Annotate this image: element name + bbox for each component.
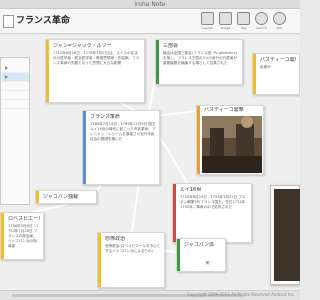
note-card-jacobin-dictatorship[interactable]: ジャコバン独裁 bbox=[35, 190, 97, 204]
note-card-estates-general[interactable]: 三部会 議会は全国三部会(フランス語: Ps généraux)を指し、フランス… bbox=[155, 39, 243, 85]
card-title: ジャン=ジャック・ルソー bbox=[53, 43, 112, 49]
card-color-bar bbox=[98, 233, 101, 287]
layout-icon bbox=[201, 12, 214, 25]
card-color-bar bbox=[253, 54, 256, 94]
expand-triangle-icon bbox=[5, 75, 8, 79]
card-body: 民衆が bbox=[260, 65, 271, 69]
card-body: 1789年7月14日 - 1799年11月9日 国王ルイ16世の時代に起こった市… bbox=[90, 122, 156, 141]
outline-row[interactable] bbox=[2, 82, 29, 91]
card-body: 1712年6月28日 - 1778年7月2日)は、スイスの生まれの哲学者・政治哲… bbox=[53, 51, 140, 65]
card-body: 恐怖政治(ロベスピエールを中心とするジャコバン派によるもの) bbox=[105, 244, 161, 253]
tag-button[interactable]: Tag bbox=[236, 11, 251, 32]
search-button-label: Search bbox=[256, 26, 267, 30]
card-color-bar bbox=[197, 106, 200, 174]
note-canvas[interactable]: ジャン=ジャック・ルソー 1712年6月28日 - 1778年7月2日)は、スイ… bbox=[0, 35, 300, 290]
card-color-bar bbox=[1, 213, 4, 259]
card-body: 議会は全国三部会(フランス語: Ps généraux)を指し、フランス王国の3… bbox=[163, 51, 238, 65]
card-title: ルイ16世 bbox=[180, 187, 202, 193]
outline-panel[interactable] bbox=[0, 57, 30, 205]
statusbar: Copyright 2009-2013 All Rights Reserved … bbox=[0, 290, 300, 300]
bastille-painting-art bbox=[202, 116, 262, 173]
window-title: iroha Note bbox=[134, 1, 166, 8]
layout-button-label: Layout bbox=[202, 26, 213, 30]
note-card-reign-of-terror[interactable]: 恐怖政治 恐怖政治(ロベスピエールを中心とするジャコバン派によるもの) bbox=[97, 232, 165, 288]
card-body: 1758年5月6日 - 1794年7月28日 フランスの政治家。ジャコバン派の指… bbox=[8, 224, 39, 248]
note-card-bastille[interactable]: バスティーユ襲撃 民衆が bbox=[252, 53, 300, 95]
card-color-bar bbox=[177, 239, 180, 271]
info-icon bbox=[273, 12, 286, 25]
info-button[interactable]: Info bbox=[272, 11, 287, 32]
note-card-robespierre[interactable]: ロベスピエール 1758年5月6日 - 1794年7月28日 フランスの政治家。… bbox=[0, 212, 44, 260]
card-title: ジャコバン独裁 bbox=[43, 194, 79, 200]
card-title: 三部会 bbox=[163, 43, 179, 49]
info-button-label: Info bbox=[276, 26, 283, 30]
image-frame-right[interactable] bbox=[270, 185, 300, 285]
image-button-label: Image bbox=[220, 26, 231, 30]
window-titlebar: iroha Note bbox=[0, 0, 300, 9]
search-button[interactable]: Search bbox=[254, 11, 269, 32]
card-body: 1754年8月23日 - 1793年1月21日 ブルボン朝第5代フランス国王。在… bbox=[180, 195, 248, 209]
outline-row-selected[interactable] bbox=[2, 73, 29, 82]
card-color-bar bbox=[46, 40, 49, 102]
card-title: フランス革命 bbox=[90, 114, 120, 120]
card-title: バスティーユ襲撃 bbox=[260, 57, 296, 63]
bastille-painting-image bbox=[202, 116, 262, 173]
document-icon bbox=[3, 15, 14, 28]
search-icon bbox=[255, 12, 268, 25]
portrait-image bbox=[274, 189, 300, 281]
card-title: ジャコバン派 bbox=[184, 242, 215, 248]
toolbar: フランス革命 Layout Image Tag Search Info bbox=[0, 9, 300, 34]
note-card-rousseau[interactable]: ジャン=ジャック・ルソー 1712年6月28日 - 1778年7月2日)は、スイ… bbox=[45, 39, 145, 103]
outline-row[interactable] bbox=[2, 64, 29, 73]
card-color-bar bbox=[173, 184, 176, 242]
note-card-french-revolution[interactable]: フランス革命 1789年7月14日 - 1799年11月9日 国王ルイ16世の時… bbox=[82, 110, 160, 185]
image-card-bastille[interactable]: バスティーユ襲撃 bbox=[196, 105, 264, 175]
expand-triangle-icon bbox=[5, 66, 8, 70]
tag-button-label: Tag bbox=[240, 26, 247, 30]
card-color-bar bbox=[83, 111, 86, 184]
copyright-text: Copyright 2009-2013 All Rights Reserved … bbox=[187, 292, 295, 297]
outline-row[interactable] bbox=[2, 100, 29, 109]
image-icon bbox=[219, 12, 232, 25]
card-color-bar bbox=[156, 40, 159, 84]
layout-button[interactable]: Layout bbox=[200, 11, 215, 32]
link-node-dot[interactable] bbox=[205, 260, 210, 265]
tag-icon bbox=[237, 12, 250, 25]
card-color-bar bbox=[36, 191, 39, 203]
note-card-louis-xvi[interactable]: ルイ16世 1754年8月23日 - 1793年1月21日 ブルボン朝第5代フラ… bbox=[172, 183, 252, 243]
card-title: 恐怖政治 bbox=[105, 236, 126, 242]
image-button[interactable]: Image bbox=[218, 11, 233, 32]
note-card-jacobins[interactable]: ジャコバン派 bbox=[176, 238, 226, 272]
image-card-title: バスティーユ襲撃 bbox=[204, 107, 244, 113]
outline-row[interactable] bbox=[2, 91, 29, 100]
document-title[interactable]: フランス革命 bbox=[16, 13, 70, 30]
card-title: ロベスピエール bbox=[8, 216, 40, 222]
